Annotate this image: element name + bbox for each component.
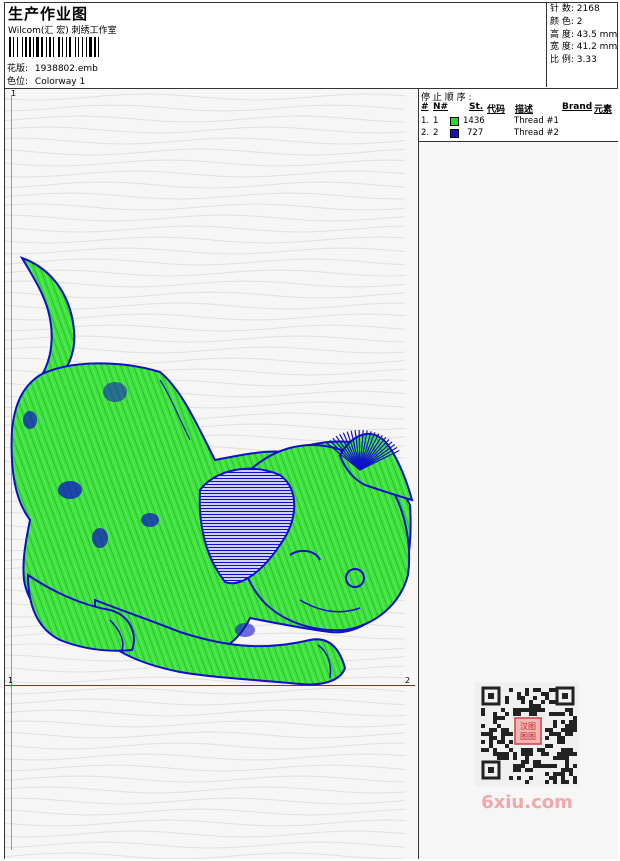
thread-color-swatch bbox=[450, 129, 459, 138]
row-stitches: 727 bbox=[467, 128, 484, 138]
row-needle: 2 bbox=[433, 128, 439, 138]
col-header-element: 元素 bbox=[594, 105, 613, 115]
col-header-description: 描述 bbox=[515, 105, 534, 115]
qr-code-image: 汉图 图图 6xiu.com bbox=[475, 682, 579, 813]
row-index: 1. bbox=[421, 116, 430, 126]
row-index: 2. bbox=[421, 128, 430, 138]
col-header-brand: Brand bbox=[562, 102, 593, 112]
embroidery-design bbox=[10, 256, 414, 686]
stat-height: 高 度: 43.5 mm bbox=[550, 29, 618, 40]
svg-text:图图: 图图 bbox=[520, 732, 536, 741]
col-header-code: 代码 bbox=[487, 105, 506, 115]
stat-stitches: 针 数: 2168 bbox=[550, 4, 600, 14]
col-header-num: # bbox=[421, 102, 429, 112]
watermark: 汉图 图图 6xiu.com bbox=[475, 682, 579, 813]
row-stitches: 1436 bbox=[463, 116, 485, 126]
col-header-needle: N# bbox=[433, 102, 449, 112]
thread-table: 停 止 顺 序 : # N# St. 代码 描述 Brand 元素 1. 1 1… bbox=[419, 89, 618, 142]
thread-row: 2. 2 727 Thread #2 bbox=[419, 128, 618, 140]
stat-scale: 比 例: 3.33 bbox=[550, 55, 597, 66]
row-description: Thread #1 bbox=[514, 116, 559, 126]
col-header-stitches: St. bbox=[469, 102, 484, 112]
dog-body bbox=[10, 256, 414, 686]
stat-width: 宽 度: 41.2 mm bbox=[550, 42, 618, 53]
row-description: Thread #2 bbox=[514, 128, 559, 138]
stats-panel: 针 数: 2168 颜 色: 2 高 度: 43.5 mm 宽 度: 41.2 … bbox=[546, 3, 618, 87]
row-needle: 1 bbox=[433, 116, 439, 126]
svg-text:汉图: 汉图 bbox=[520, 722, 536, 731]
stat-colors: 颜 色: 2 bbox=[550, 16, 583, 27]
svg-text:6xiu.com: 6xiu.com bbox=[481, 792, 573, 812]
thread-row: 1. 1 1436 Thread #1 bbox=[419, 116, 618, 128]
thread-color-swatch bbox=[450, 117, 459, 126]
